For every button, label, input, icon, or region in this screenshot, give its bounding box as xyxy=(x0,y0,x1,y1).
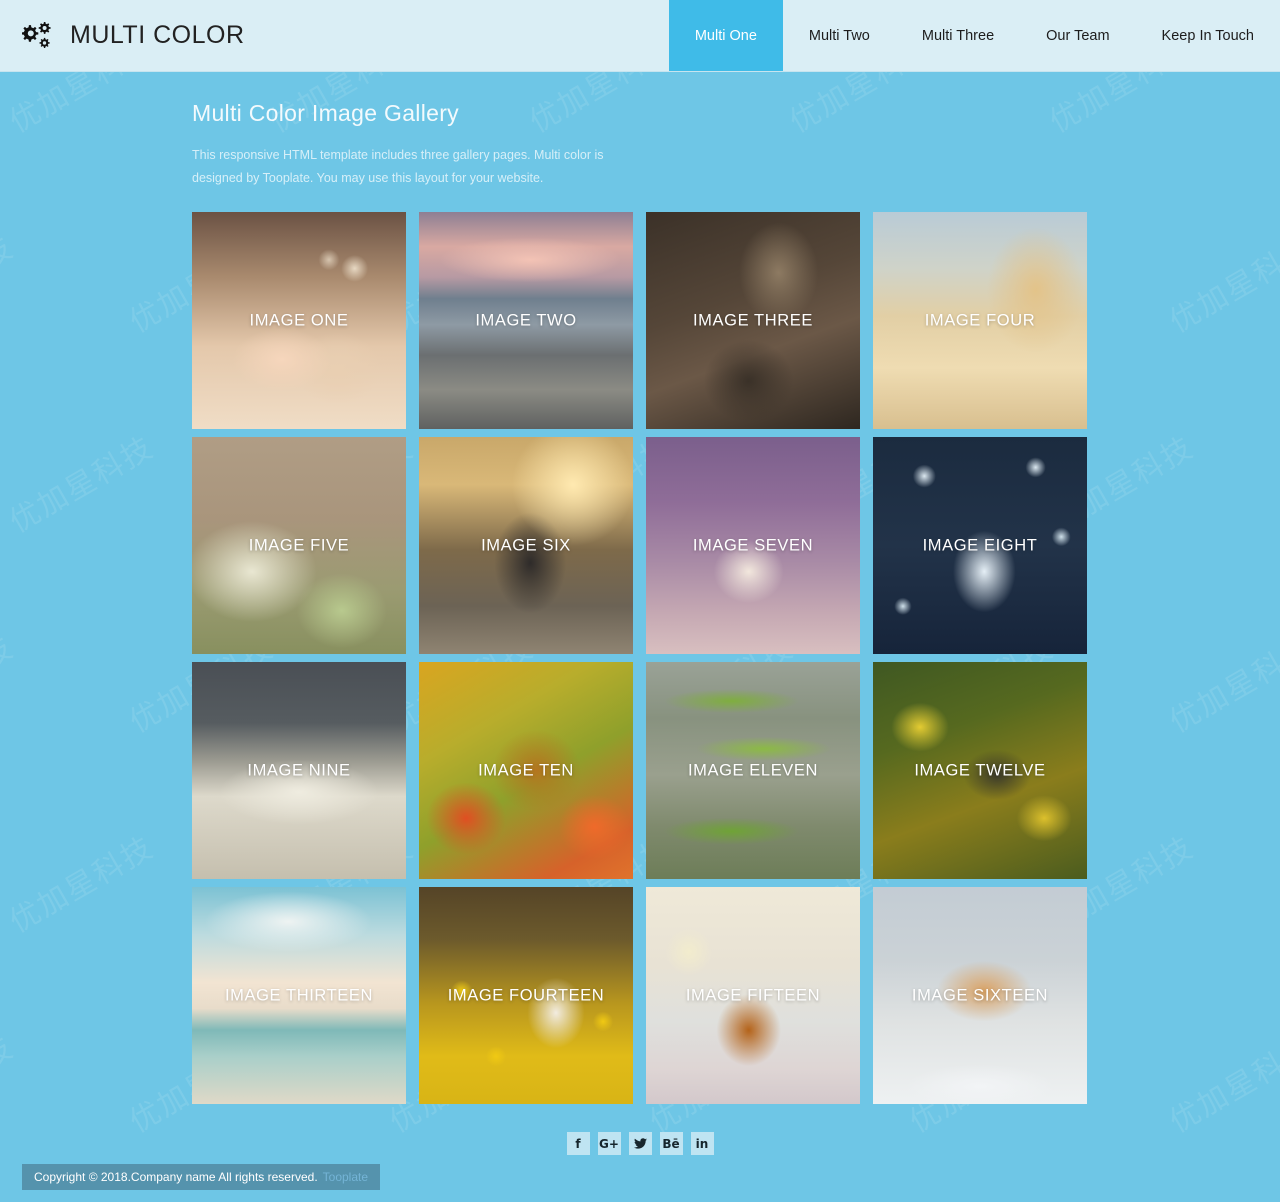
gallery-item-8[interactable]: IMAGE EIGHT xyxy=(873,437,1087,654)
gallery-caption: IMAGE THIRTEEN xyxy=(224,986,374,1004)
watermark-text: 优加星科技 xyxy=(3,429,160,541)
nav-item-multi-three[interactable]: Multi Three xyxy=(896,0,1020,71)
gallery-caption: IMAGE NINE xyxy=(247,761,351,779)
gallery-item-3[interactable]: IMAGE THREE xyxy=(646,212,860,429)
gallery-caption: IMAGE FOURTEEN xyxy=(447,986,605,1004)
brand-logo[interactable]: MULTI COLOR xyxy=(0,0,245,71)
gallery-intro: Multi Color Image Gallery This responsiv… xyxy=(0,72,1280,190)
facebook-icon[interactable]: f xyxy=(566,1132,590,1155)
twitter-icon[interactable] xyxy=(628,1132,652,1155)
gallery-item-13[interactable]: IMAGE THIRTEEN xyxy=(192,887,406,1104)
gallery-caption: IMAGE FIVE xyxy=(248,536,350,554)
gallery-caption: IMAGE THREE xyxy=(693,311,813,329)
watermark-text: 优加星科技 xyxy=(0,229,20,341)
gallery-item-2[interactable]: IMAGE TWO xyxy=(419,212,633,429)
watermark-text: 优加星科技 xyxy=(1163,229,1280,341)
gallery-item-10[interactable]: IMAGE TEN xyxy=(419,662,633,879)
tooplate-credit-link[interactable]: Tooplate xyxy=(323,1170,368,1184)
gallery-caption: IMAGE TWO xyxy=(475,311,577,329)
behance-icon[interactable]: Bē xyxy=(659,1132,683,1155)
page-description: This responsive HTML template includes t… xyxy=(192,148,604,185)
gallery-item-7[interactable]: IMAGE SEVEN xyxy=(646,437,860,654)
gallery-item-11[interactable]: IMAGE ELEVEN xyxy=(646,662,860,879)
gallery-item-1[interactable]: IMAGE ONE xyxy=(192,212,406,429)
watermark-text: 优加星科技 xyxy=(1163,1029,1280,1141)
cogs-icon xyxy=(22,21,56,50)
social-links: f G+ Bē in xyxy=(0,1132,1280,1155)
page-title: Multi Color Image Gallery xyxy=(192,100,459,126)
gallery-caption: IMAGE SEVEN xyxy=(692,536,814,554)
gallery-caption: IMAGE TEN xyxy=(478,761,574,779)
main-navigation: Multi One Multi Two Multi Three Our Team Kee… xyxy=(668,0,1280,71)
gallery-item-16[interactable]: IMAGE SIXTEEN xyxy=(873,887,1087,1104)
gallery-caption: IMAGE EIGHT xyxy=(922,536,1038,554)
gallery-caption: IMAGE FIFTEEN xyxy=(685,986,821,1004)
nav-item-our-team[interactable]: Our Team xyxy=(1020,0,1135,71)
google-plus-icon[interactable]: G+ xyxy=(597,1132,621,1155)
watermark-text: 优加星科技 xyxy=(1163,629,1280,741)
copyright-bar: Copyright © 2018.Company name All rights… xyxy=(22,1164,381,1190)
gallery-item-14[interactable]: IMAGE FOURTEEN xyxy=(419,887,633,1104)
copyright-text: Copyright © 2018.Company name All rights… xyxy=(34,1170,318,1184)
gallery-item-15[interactable]: IMAGE FIFTEEN xyxy=(646,887,860,1104)
nav-item-multi-two[interactable]: Multi Two xyxy=(783,0,896,71)
nav-item-multi-one[interactable]: Multi One xyxy=(668,0,783,71)
gallery-caption: IMAGE ONE xyxy=(249,311,349,329)
site-header: MULTI COLOR Multi One Multi Two Multi Thre… xyxy=(0,0,1280,72)
gallery-caption: IMAGE TWELVE xyxy=(914,761,1046,779)
gallery-item-4[interactable]: IMAGE FOUR xyxy=(873,212,1087,429)
gallery-caption: IMAGE FOUR xyxy=(924,311,1036,329)
watermark-text: 优加星科技 xyxy=(0,629,20,741)
nav-item-keep-in-touch[interactable]: Keep In Touch xyxy=(1136,0,1280,71)
gallery-item-9[interactable]: IMAGE NINE xyxy=(192,662,406,879)
gallery-caption: IMAGE ELEVEN xyxy=(687,761,819,779)
image-gallery-grid: IMAGE ONE IMAGE TWO IMAGE THREE IMAGE FOUR I… xyxy=(192,212,1100,1104)
gallery-item-5[interactable]: IMAGE FIVE xyxy=(192,437,406,654)
linkedin-icon[interactable]: in xyxy=(690,1132,714,1155)
gallery-caption: IMAGE SIXTEEN xyxy=(911,986,1049,1004)
gallery-caption: IMAGE SIX xyxy=(481,536,571,554)
watermark-text: 优加星科技 xyxy=(0,1029,20,1141)
watermark-text: 优加星科技 xyxy=(3,829,160,941)
brand-name: MULTI COLOR xyxy=(70,21,245,49)
gallery-item-6[interactable]: IMAGE SIX xyxy=(419,437,633,654)
gallery-item-12[interactable]: IMAGE TWELVE xyxy=(873,662,1087,879)
